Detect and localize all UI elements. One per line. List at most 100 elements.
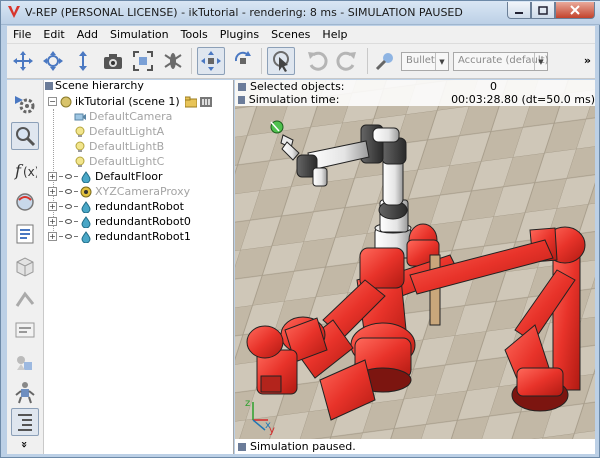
menu-edit[interactable]: Edit bbox=[37, 26, 70, 44]
redo-button[interactable] bbox=[333, 47, 361, 75]
info-toggle-icon[interactable] bbox=[238, 82, 246, 91]
visibility-icon[interactable] bbox=[65, 174, 72, 179]
maximize-icon bbox=[538, 5, 548, 15]
scene-root-item[interactable]: − ikTutorial (scene 1) bbox=[48, 94, 212, 109]
tree-item-label: DefaultFloor bbox=[95, 170, 163, 183]
visibility-icon[interactable] bbox=[65, 189, 72, 194]
camera-rotate-button[interactable] bbox=[39, 47, 67, 75]
left-toolbar-overflow-button[interactable]: » bbox=[18, 441, 31, 448]
tree-item-redundant-robot[interactable]: + redundantRobot bbox=[48, 199, 184, 214]
scene-root-label: ikTutorial (scene 1) bbox=[75, 95, 180, 108]
visibility-icon[interactable] bbox=[65, 219, 72, 224]
menu-simulation[interactable]: Simulation bbox=[104, 26, 175, 44]
menu-file[interactable]: File bbox=[7, 26, 37, 44]
collection-button[interactable] bbox=[11, 348, 39, 376]
status-toggle-icon[interactable] bbox=[238, 442, 246, 451]
app-window: V-REP (PERSONAL LICENSE) - ikTutorial - … bbox=[0, 0, 600, 458]
tree-item-label: DefaultLightA bbox=[89, 125, 165, 138]
physics-engine-select[interactable]: Bullet ▼ bbox=[401, 52, 449, 71]
tree-item-redundant-robot0[interactable]: + redundantRobot0 bbox=[48, 214, 191, 229]
folder-icon bbox=[184, 96, 197, 107]
camera-pan-icon bbox=[13, 51, 33, 71]
info-toggle-icon[interactable] bbox=[238, 95, 245, 104]
vrep-logo-icon bbox=[8, 6, 20, 18]
close-button[interactable] bbox=[555, 2, 595, 19]
object-shift-button[interactable] bbox=[197, 47, 225, 75]
minimize-button[interactable] bbox=[507, 2, 531, 19]
menu-add[interactable]: Add bbox=[71, 26, 104, 44]
window-controls bbox=[507, 2, 595, 19]
tree-item-default-floor[interactable]: + DefaultFloor bbox=[48, 169, 163, 184]
shapes-button[interactable] bbox=[11, 252, 39, 280]
assemble-button[interactable] bbox=[159, 47, 187, 75]
menu-tools[interactable]: Tools bbox=[175, 26, 214, 44]
physics-settings-button[interactable] bbox=[371, 47, 399, 75]
tree-item-redundant-robot1[interactable]: + redundantRobot1 bbox=[48, 229, 191, 244]
tree-item-default-light-a[interactable]: DefaultLightA bbox=[74, 124, 164, 139]
camera-pan-button[interactable] bbox=[9, 47, 37, 75]
physics-engine-value: Bullet bbox=[406, 55, 435, 66]
axis-y-label: y bbox=[269, 425, 275, 436]
expand-toggle[interactable]: + bbox=[48, 172, 57, 181]
undo-button[interactable] bbox=[303, 47, 331, 75]
calculation-icon bbox=[15, 322, 35, 338]
collection-icon bbox=[17, 356, 32, 370]
tree-item-default-light-c[interactable]: DefaultLightC bbox=[74, 154, 164, 169]
paths-button[interactable] bbox=[11, 284, 39, 312]
calculation-button[interactable] bbox=[11, 316, 39, 344]
menu-plugins[interactable]: Plugins bbox=[214, 26, 265, 44]
tree-item-label: DefaultCamera bbox=[89, 110, 173, 123]
object-rotate-icon bbox=[234, 51, 251, 64]
scene-viewport[interactable]: x z y Selected objects: 0 Simulation tim… bbox=[235, 80, 595, 454]
toolbar-overflow-button[interactable]: » bbox=[584, 54, 591, 67]
visibility-icon[interactable] bbox=[65, 204, 72, 209]
undo-icon bbox=[308, 51, 328, 71]
shape-drop-icon bbox=[81, 230, 91, 243]
status-bar: Simulation paused. bbox=[235, 439, 595, 454]
visibility-icon[interactable] bbox=[65, 234, 72, 239]
simulation-settings-icon bbox=[15, 96, 35, 114]
fit-to-view-button[interactable] bbox=[129, 47, 157, 75]
script-button[interactable]: f (x) bbox=[11, 156, 39, 184]
layers-icon bbox=[16, 193, 34, 211]
menu-scenes[interactable]: Scenes bbox=[265, 26, 316, 44]
assemble-icon bbox=[164, 53, 182, 69]
status-text: Simulation paused. bbox=[250, 440, 356, 453]
tree-item-label: redundantRobot bbox=[95, 200, 184, 213]
scene-render[interactable] bbox=[235, 80, 595, 454]
left-toolbar: f (x) bbox=[7, 80, 44, 454]
menu-help[interactable]: Help bbox=[316, 26, 353, 44]
collapse-toggle[interactable]: − bbox=[48, 97, 57, 106]
tree-item-xyz-camera-proxy[interactable]: + XYZCameraProxy bbox=[48, 184, 190, 199]
tree-item-default-light-b[interactable]: DefaultLightB bbox=[74, 139, 164, 154]
camera-object-icon bbox=[74, 113, 86, 120]
expand-toggle[interactable]: + bbox=[48, 217, 57, 226]
expand-toggle[interactable]: + bbox=[48, 187, 57, 196]
shapes-icon bbox=[16, 257, 34, 277]
search-button[interactable] bbox=[11, 122, 39, 150]
scene-hierarchy-toggle-button[interactable] bbox=[11, 408, 39, 436]
camera-shift-button[interactable] bbox=[69, 47, 97, 75]
selected-objects-value: 0 bbox=[490, 80, 497, 93]
selection-icon bbox=[16, 224, 34, 244]
expand-toggle[interactable]: + bbox=[48, 232, 57, 241]
camera-angle-button[interactable] bbox=[99, 47, 127, 75]
minimize-icon bbox=[515, 12, 523, 14]
panel-handle-icon bbox=[45, 82, 53, 90]
svg-text:(x): (x) bbox=[23, 165, 37, 179]
object-rotate-button[interactable] bbox=[229, 47, 257, 75]
engine-accuracy-select[interactable]: Accurate (default) ▼ bbox=[453, 52, 548, 71]
simulation-settings-button[interactable] bbox=[11, 90, 39, 118]
tree-item-default-camera[interactable]: DefaultCamera bbox=[74, 109, 172, 124]
search-icon bbox=[16, 127, 36, 147]
scene-icon bbox=[60, 96, 72, 107]
scene-hierarchy-title: Scene hierarchy bbox=[55, 79, 144, 92]
layers-button[interactable] bbox=[11, 188, 39, 216]
selection-button[interactable] bbox=[11, 220, 39, 248]
model-browser-icon bbox=[15, 382, 35, 404]
model-browser-button[interactable] bbox=[11, 378, 39, 406]
light-bulb-icon bbox=[75, 141, 85, 152]
maximize-button[interactable] bbox=[531, 2, 555, 19]
click-select-button[interactable] bbox=[267, 47, 295, 75]
expand-toggle[interactable]: + bbox=[48, 202, 57, 211]
